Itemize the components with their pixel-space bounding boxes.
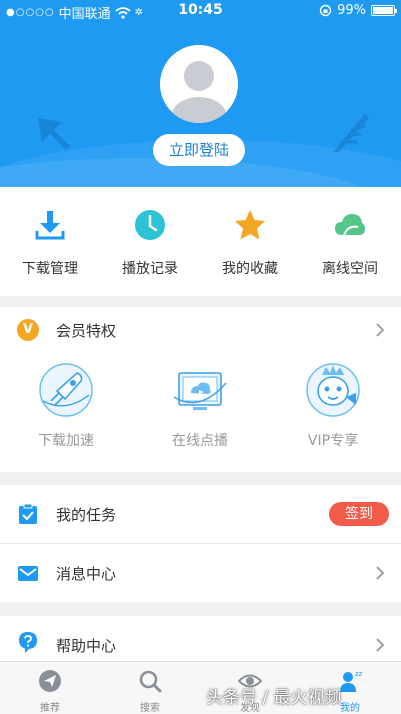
offline-space-button[interactable]: 离线空间: [300, 187, 400, 296]
check-in-button[interactable]: 签到: [329, 502, 389, 526]
rocket-icon: [39, 363, 93, 417]
profile-header: ●○○○○ 中国联通 ✲ 10:45 99% 立即登陆: [0, 0, 401, 187]
message-center-row[interactable]: 消息中心: [0, 544, 401, 602]
battery-icon: [371, 5, 397, 16]
online-vod-label: 在线点播: [172, 433, 228, 449]
clock-icon: [135, 210, 165, 240]
paper-plane-icon: [39, 670, 61, 692]
member-privileges-title: 会员特权: [56, 322, 117, 340]
tv-icon: [173, 372, 227, 410]
my-tasks-label: 我的任务: [56, 506, 117, 524]
mascot-icon: [306, 363, 360, 417]
login-button[interactable]: 立即登陆: [153, 134, 245, 166]
message-center-label: 消息中心: [56, 565, 117, 583]
offline-space-label: 离线空间: [322, 261, 378, 277]
member-privileges-header[interactable]: V 会员特权: [0, 307, 401, 353]
vip-exclusive-perk[interactable]: VIP专享: [268, 359, 398, 469]
vip-badge-icon: V: [17, 319, 39, 341]
avatar[interactable]: [160, 45, 238, 123]
play-history-button[interactable]: 播放记录: [100, 187, 200, 296]
svg-text:zz: zz: [355, 670, 362, 678]
search-icon: [139, 670, 162, 693]
mail-icon: [18, 566, 38, 581]
help-center-label: 帮助中心: [56, 637, 117, 655]
clipboard-check-icon: [19, 503, 37, 524]
chevron-right-icon: [376, 323, 385, 337]
status-bar: ●○○○○ 中国联通 ✲ 10:45 99%: [0, 0, 401, 22]
favorites-label: 我的收藏: [222, 261, 278, 277]
decorative-arrow-icon: [38, 118, 70, 150]
play-history-label: 播放记录: [122, 261, 178, 277]
tab-recommend[interactable]: 推荐: [0, 662, 100, 714]
tab-search[interactable]: 搜索: [100, 662, 200, 714]
chevron-right-icon: [376, 566, 385, 580]
tab-recommend-label: 推荐: [40, 703, 60, 714]
chevron-right-icon: [376, 638, 385, 652]
decorative-feather-icon: [333, 114, 369, 152]
download-icon: [35, 211, 65, 240]
download-manager-label: 下载管理: [22, 261, 78, 277]
rotation-lock-icon: [319, 4, 332, 17]
download-boost-label: 下载加速: [38, 433, 94, 449]
my-tasks-row[interactable]: 我的任务 签到: [0, 485, 401, 543]
download-manager-button[interactable]: 下载管理: [0, 187, 100, 296]
cloud-icon: [335, 214, 365, 236]
online-vod-perk[interactable]: 在线点播: [135, 359, 265, 469]
member-privileges-section: V 会员特权 下载加速 在线点播 VIP专享: [0, 307, 401, 472]
tab-search-label: 搜索: [140, 703, 160, 714]
download-boost-perk[interactable]: 下载加速: [1, 359, 131, 469]
default-avatar-icon: [171, 61, 227, 123]
help-icon: [19, 632, 37, 653]
watermark-text: 头条号 / 最火视频: [206, 688, 342, 708]
vip-exclusive-label: VIP专享: [307, 433, 359, 449]
battery-percent: 99%: [337, 3, 366, 18]
quick-actions: 下载管理 播放记录 我的收藏 离线空间: [0, 187, 401, 296]
favorites-button[interactable]: 我的收藏: [200, 187, 300, 296]
star-icon: [235, 210, 265, 240]
battery-level: [373, 7, 393, 14]
